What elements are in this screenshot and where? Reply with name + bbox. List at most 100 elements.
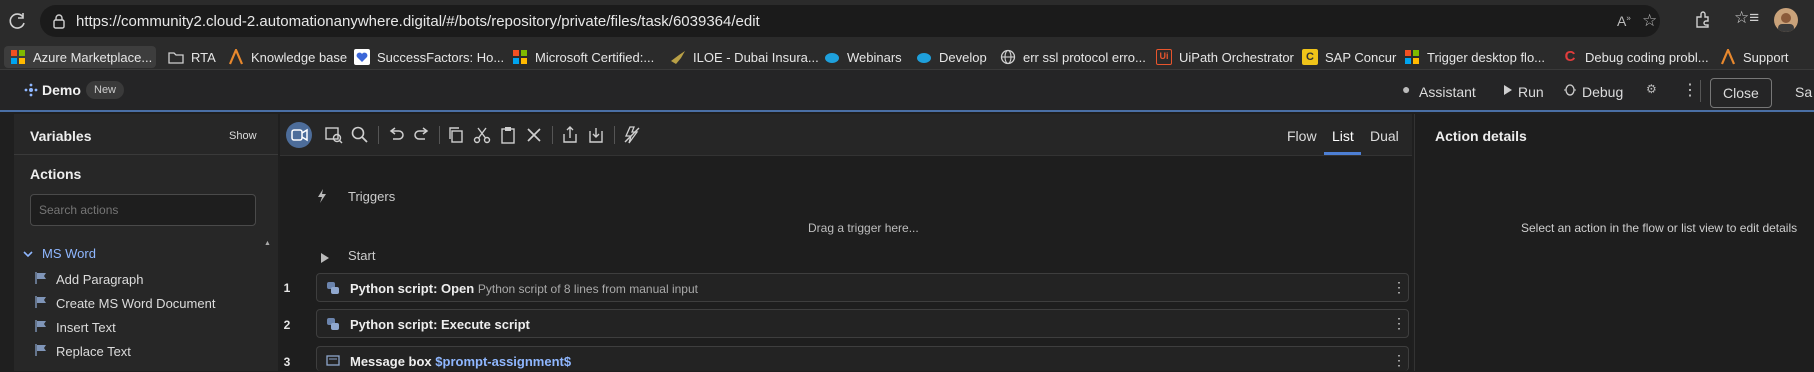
bookmark-6[interactable]: Webinars: [818, 46, 908, 68]
bookmark-label: SuccessFactors: Ho...: [377, 49, 505, 65]
step-row[interactable]: Python script: Execute script ⋮: [316, 309, 1409, 338]
extensions-icon[interactable]: [1693, 9, 1713, 29]
action-item[interactable]: Replace Text: [56, 344, 131, 359]
python-icon: [326, 281, 340, 295]
variables-heading[interactable]: Variables: [30, 128, 92, 144]
step-detail: Python script of 8 lines from manual inp…: [477, 282, 698, 296]
editor-toolbar: Flow List Dual: [280, 114, 1412, 156]
group-ms-word[interactable]: MS Word: [42, 246, 96, 261]
delete-icon[interactable]: [524, 125, 544, 145]
action-details-hint: Select an action in the flow or list vie…: [1521, 221, 1798, 235]
step-number: 2: [283, 318, 291, 332]
copy-icon[interactable]: [446, 125, 466, 145]
app-header: Demo New ● Assistant Run Debug ⚙ ⋮ Close…: [0, 70, 1814, 112]
move-up-icon[interactable]: [560, 125, 580, 145]
divider: [1700, 80, 1701, 102]
divider: [378, 126, 379, 144]
chevron-down-icon[interactable]: [22, 247, 34, 259]
step-detail: $prompt-assignment$: [435, 354, 572, 369]
bookmark-10[interactable]: C SAP Concur: [1296, 46, 1402, 68]
step-row[interactable]: Message box $prompt-assignment$ ⋮: [316, 346, 1409, 371]
bot-settings-icon[interactable]: ⚙: [1646, 82, 1657, 96]
bookmark-3[interactable]: SuccessFactors: Ho...: [348, 46, 510, 68]
salesforce-cloud-icon: [916, 49, 932, 65]
action-item[interactable]: Add Paragraph: [56, 272, 143, 287]
divider: [552, 126, 553, 144]
flag-icon: [34, 319, 48, 333]
disable-icon[interactable]: [622, 125, 642, 145]
heart-icon: [354, 49, 370, 65]
more-options-icon[interactable]: ⋮: [1392, 279, 1406, 296]
show-variables-link[interactable]: Show: [229, 130, 257, 142]
move-down-icon[interactable]: [586, 125, 606, 145]
debug-button[interactable]: Debug: [1582, 84, 1623, 100]
undo-icon[interactable]: [386, 125, 406, 145]
left-panel: Variables Show Actions MS Word ▲ Add Par…: [14, 114, 278, 371]
bookmark-5[interactable]: ILOE - Dubai Insura...: [664, 46, 825, 68]
record-icon[interactable]: [286, 122, 312, 148]
close-button[interactable]: Close: [1710, 78, 1772, 108]
concur-icon: C: [1302, 49, 1318, 65]
globe-icon: [1000, 49, 1016, 65]
profile-avatar[interactable]: [1774, 8, 1798, 32]
bookmark-label: Azure Marketplace...: [33, 49, 153, 65]
more-options-icon[interactable]: ⋮: [1682, 80, 1698, 100]
flag-icon: [34, 343, 48, 357]
paste-icon[interactable]: [498, 125, 518, 145]
run-button[interactable]: Run: [1518, 84, 1544, 100]
search-icon[interactable]: [350, 125, 370, 145]
actions-heading: Actions: [30, 166, 82, 182]
step-title: Message box: [350, 354, 432, 369]
search-actions-input[interactable]: [30, 194, 256, 226]
bot-title[interactable]: Demo: [42, 82, 81, 98]
flag-icon: [34, 295, 48, 309]
favorite-star-icon[interactable]: ☆: [1642, 11, 1657, 31]
bookmark-label: Develop: [939, 49, 987, 65]
bird-icon: [670, 49, 686, 65]
bookmark-12[interactable]: C Debug coding probl...: [1556, 46, 1715, 68]
bookmark-11[interactable]: Trigger desktop flo...: [1398, 46, 1551, 68]
bookmark-9[interactable]: Ui UiPath Orchestrator: [1150, 46, 1300, 68]
c-logo-icon: C: [1564, 48, 1576, 65]
action-item[interactable]: Insert Text: [56, 320, 116, 335]
bookmark-13[interactable]: Support: [1714, 46, 1795, 68]
drag-trigger-dropzone[interactable]: Drag a trigger here...: [808, 221, 919, 235]
step-number: 3: [283, 355, 291, 369]
scroll-indicator[interactable]: ▲: [264, 240, 271, 247]
assistant-button[interactable]: Assistant: [1419, 84, 1476, 100]
step-text: Python script: Execute script: [350, 317, 530, 332]
site-info-icon[interactable]: [51, 13, 67, 29]
action-item[interactable]: Create MS Word Document: [56, 296, 215, 311]
bookmark-2[interactable]: Knowledge base: [222, 46, 353, 68]
save-button[interactable]: Sa: [1795, 84, 1812, 100]
bookmarks-bar: Azure Marketplace... RTA Knowledge base …: [0, 42, 1814, 70]
bookmark-label: Trigger desktop flo...: [1427, 49, 1546, 65]
bookmark-4[interactable]: Microsoft Certified:...: [506, 46, 660, 68]
view-dual-tab[interactable]: Dual: [1370, 128, 1399, 144]
bookmark-label: SAP Concur: [1325, 49, 1397, 65]
url-text: https://community2.cloud-2.automationany…: [76, 13, 760, 30]
divider: [614, 126, 615, 144]
view-list-tab[interactable]: List: [1332, 128, 1354, 144]
bookmark-7[interactable]: Develop: [910, 46, 993, 68]
url-field[interactable]: https://community2.cloud-2.automationany…: [40, 5, 1660, 37]
bookmark-0[interactable]: Azure Marketplace...: [4, 46, 156, 68]
cut-icon[interactable]: [472, 125, 492, 145]
step-row[interactable]: Python script: Open Python script of 8 l…: [316, 273, 1409, 302]
view-flow-tab[interactable]: Flow: [1287, 128, 1317, 144]
bot-icon: [24, 83, 38, 97]
run-icon: [1502, 83, 1514, 95]
reload-icon[interactable]: [8, 11, 28, 31]
start-play-icon: [320, 250, 330, 263]
redo-icon[interactable]: [412, 125, 432, 145]
more-options-icon[interactable]: ⋮: [1392, 352, 1406, 369]
capture-icon[interactable]: [324, 125, 344, 145]
more-options-icon[interactable]: ⋮: [1392, 315, 1406, 332]
action-details-panel: Action details Select an action in the f…: [1414, 114, 1814, 371]
favorites-bar-icon[interactable]: ☆≡: [1734, 8, 1759, 28]
microsoft-logo-icon: [10, 49, 26, 65]
bookmark-label: Webinars: [847, 49, 902, 65]
read-aloud-icon[interactable]: A»: [1617, 13, 1631, 29]
bookmark-8[interactable]: err ssl protocol erro...: [994, 46, 1152, 68]
bookmark-1[interactable]: RTA: [162, 46, 222, 68]
